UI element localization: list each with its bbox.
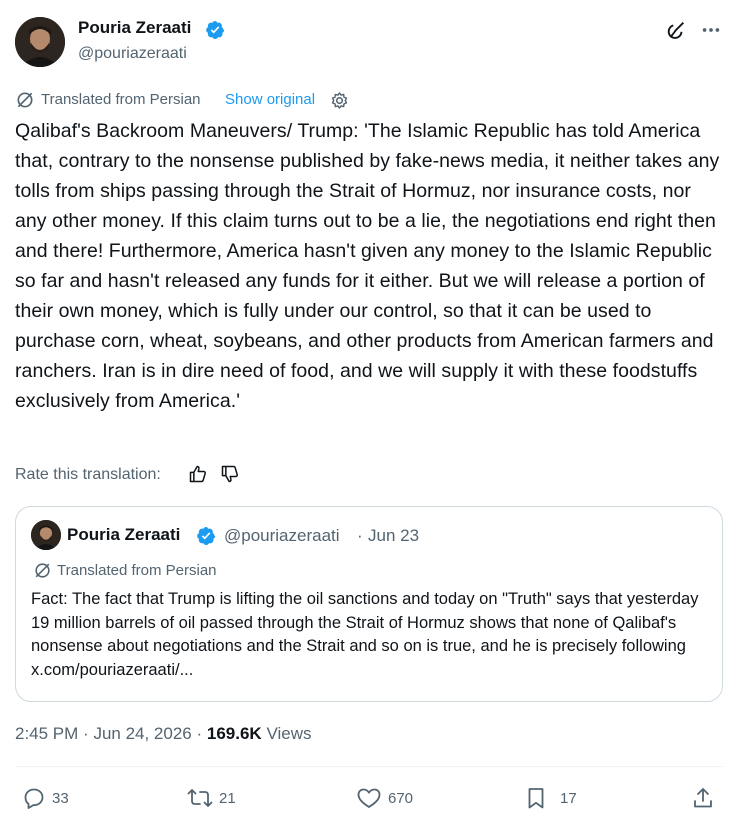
tweet-text: Qalibaf's Backroom Maneuvers/ Trump: 'Th…	[15, 120, 720, 412]
reply-count: 33	[52, 789, 69, 807]
like-button[interactable]: 670	[356, 786, 413, 810]
quote-translate-icon	[33, 561, 52, 585]
quote-avatar[interactable]	[31, 520, 61, 550]
author-avatar[interactable]	[15, 17, 65, 67]
rate-translation-label: Rate this translation:	[15, 466, 161, 483]
timestamp-row: 2:45 PM · Jun 24, 2026 · 169.6K Views	[15, 724, 311, 744]
translate-icon	[15, 90, 35, 115]
gear-icon[interactable]	[330, 91, 349, 115]
like-count: 670	[388, 789, 414, 807]
bookmark-icon	[528, 788, 544, 809]
thumbs-down-icon[interactable]	[220, 464, 240, 489]
heart-icon	[357, 788, 381, 808]
share-button[interactable]	[691, 786, 715, 810]
thumbs-up-icon[interactable]	[188, 464, 208, 489]
quote-verified-badge-icon	[196, 526, 216, 546]
show-original-link[interactable]: Show original	[225, 91, 315, 108]
verified-badge-icon	[205, 20, 225, 40]
quote-separator: ·	[357, 526, 363, 545]
views-count: 169.6K	[206, 724, 262, 743]
translated-label: Translated from Persian	[41, 91, 201, 108]
repost-icon	[187, 789, 213, 807]
reply-button[interactable]: 33	[22, 786, 69, 810]
bookmark-button[interactable]: 17	[524, 786, 577, 810]
more-icon[interactable]	[699, 18, 723, 42]
repost-button[interactable]: 21	[187, 786, 236, 810]
timestamp-separator: ·	[83, 724, 94, 743]
quote-author-name[interactable]: Pouria Zeraati	[67, 525, 180, 545]
views-label: Views	[266, 724, 312, 743]
quote-text: Fact: The fact that Trump is lifting the…	[31, 590, 699, 679]
grok-icon[interactable]	[664, 18, 688, 42]
quote-date[interactable]: Jun 23	[368, 526, 419, 546]
bookmark-count: 17	[560, 789, 577, 807]
repost-count: 21	[219, 789, 236, 807]
quote-translated-label: Translated from Persian	[57, 562, 217, 579]
author-name[interactable]: Pouria Zeraati	[78, 18, 191, 38]
quote-author-handle[interactable]: @pouriazeraati	[224, 526, 340, 546]
timestamp-separator: ·	[196, 724, 207, 743]
tweet-time[interactable]: 2:45 PM	[15, 724, 78, 743]
author-handle[interactable]: @pouriazeraati	[78, 45, 187, 63]
tweet-date[interactable]: Jun 24, 2026	[93, 724, 191, 743]
divider	[15, 766, 723, 767]
share-icon	[694, 788, 712, 808]
reply-icon	[24, 788, 44, 809]
